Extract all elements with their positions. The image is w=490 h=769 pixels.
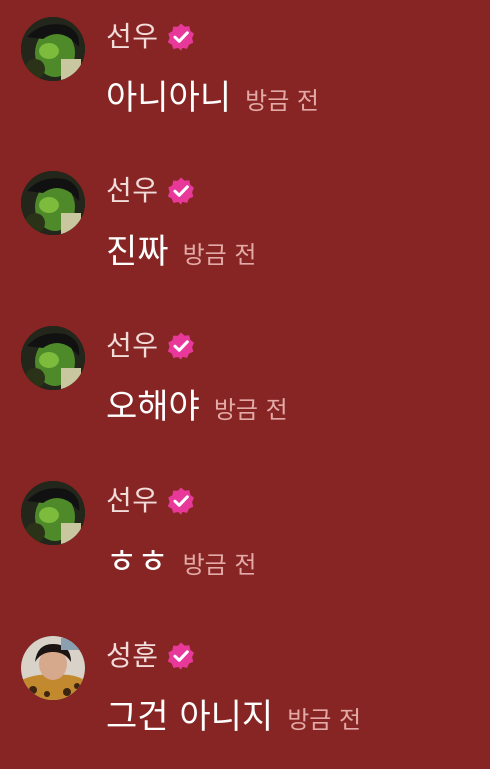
verified-badge-icon <box>167 23 194 51</box>
chat-message: 성훈 그건 아니지 방금 전 <box>0 619 490 769</box>
sender-name[interactable]: 성훈 <box>106 635 159 677</box>
sender-name[interactable]: 선우 <box>106 480 159 522</box>
message-timestamp: 방금 전 <box>213 396 288 424</box>
avatar[interactable] <box>21 481 85 545</box>
chat-message: 선우 ㅎㅎ 방금 전 <box>0 464 490 614</box>
verified-badge-icon <box>167 642 194 670</box>
message-text: 오해야 <box>106 387 200 427</box>
sender-name[interactable]: 선우 <box>106 16 159 58</box>
sender-name[interactable]: 선우 <box>106 170 159 212</box>
message-timestamp: 방금 전 <box>245 87 319 115</box>
verified-badge-icon <box>167 487 194 515</box>
chat-message: 선우 진짜 방금 전 <box>0 154 490 304</box>
avatar[interactable] <box>21 171 85 235</box>
message-text: ㅎㅎ <box>106 542 169 582</box>
message-text: 아니아니 <box>106 78 232 118</box>
message-timestamp: 방금 전 <box>182 551 257 579</box>
avatar[interactable] <box>21 17 85 81</box>
avatar[interactable] <box>21 636 85 700</box>
verified-badge-icon <box>167 177 194 205</box>
chat-message: 선우 아니아니 방금 전 <box>0 0 490 150</box>
avatar[interactable] <box>21 326 85 390</box>
message-text: 그건 아니지 <box>106 697 274 737</box>
chat-message: 선우 오해야 방금 전 <box>0 309 490 459</box>
sender-name[interactable]: 선우 <box>106 325 159 367</box>
message-timestamp: 방금 전 <box>287 706 362 734</box>
message-timestamp: 방금 전 <box>182 241 257 269</box>
message-text: 진짜 <box>106 232 169 272</box>
verified-badge-icon <box>167 332 194 360</box>
